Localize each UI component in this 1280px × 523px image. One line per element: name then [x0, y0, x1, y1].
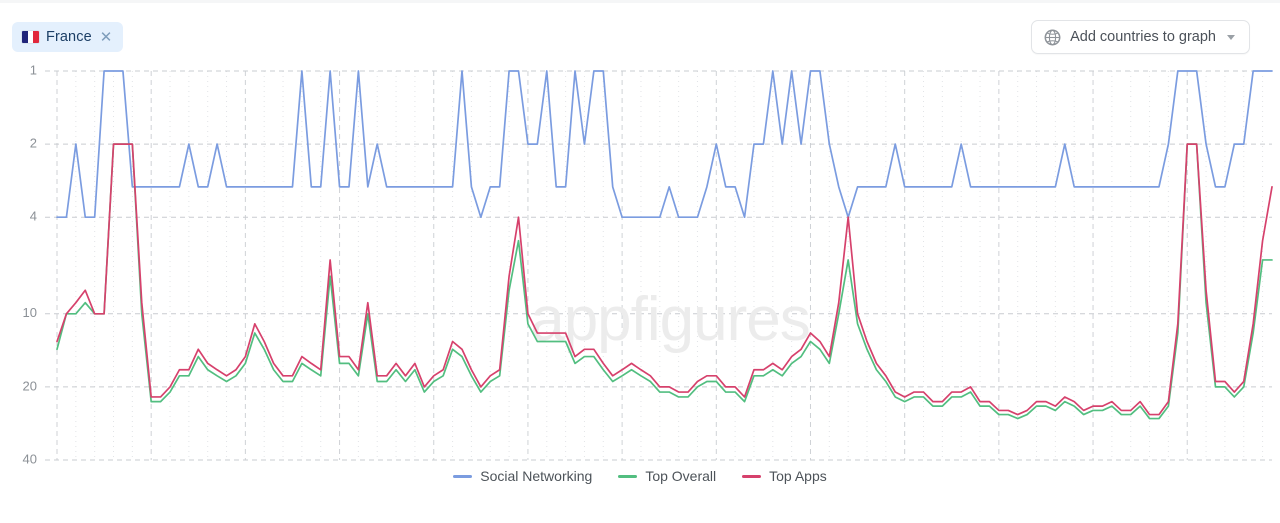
watermark: appfigures — [530, 285, 810, 354]
legend-item-social-networking[interactable]: Social Networking — [453, 468, 592, 484]
legend-item-top-overall[interactable]: Top Overall — [618, 468, 716, 484]
y-axis-tick-label: 4 — [30, 209, 37, 224]
legend-label-top-apps: Top Apps — [769, 468, 827, 484]
legend-item-top-apps[interactable]: Top Apps — [742, 468, 827, 484]
close-icon[interactable]: ✕ — [100, 30, 113, 45]
series-line-top-apps[interactable] — [56, 143, 1273, 416]
y-axis-tick-label: 2 — [30, 136, 37, 151]
legend-swatch-top-overall — [618, 474, 638, 478]
series-lines — [56, 70, 1273, 420]
rank-chart: appfigures 1 2 4 10 20 40 — [0, 60, 1280, 470]
chevron-down-icon — [1227, 34, 1235, 40]
legend-swatch-top-apps — [742, 474, 762, 478]
chart-legend: Social Networking Top Overall Top Apps — [0, 468, 1280, 484]
chart-svg[interactable]: appfigures 1 2 4 10 20 40 — [0, 60, 1280, 470]
y-axis-tick-label: 40 — [23, 451, 37, 466]
series-line-top-overall[interactable] — [56, 143, 1273, 420]
globe-icon — [1044, 29, 1061, 45]
legend-label-social-networking: Social Networking — [480, 468, 593, 484]
legend-swatch-social-networking — [453, 474, 473, 478]
add-countries-label: Add countries to graph — [1070, 29, 1216, 45]
grid-vertical-minor — [75, 71, 1264, 460]
y-axis-tick-label: 1 — [30, 62, 37, 77]
rank-history-page: France ✕ Add countries to graph appfigur… — [0, 0, 1280, 523]
flag-france-icon — [22, 31, 39, 43]
country-chip-france[interactable]: France ✕ — [12, 22, 124, 52]
grid-horizontal — [45, 70, 1272, 461]
y-axis-tick-label: 20 — [23, 378, 37, 393]
y-axis-tick-label: 10 — [23, 305, 37, 320]
y-axis-labels: 1 2 4 10 20 40 — [23, 62, 37, 466]
legend-label-top-overall: Top Overall — [645, 468, 717, 484]
add-countries-button[interactable]: Add countries to graph — [1031, 20, 1250, 54]
country-chip-label: France — [46, 29, 92, 45]
